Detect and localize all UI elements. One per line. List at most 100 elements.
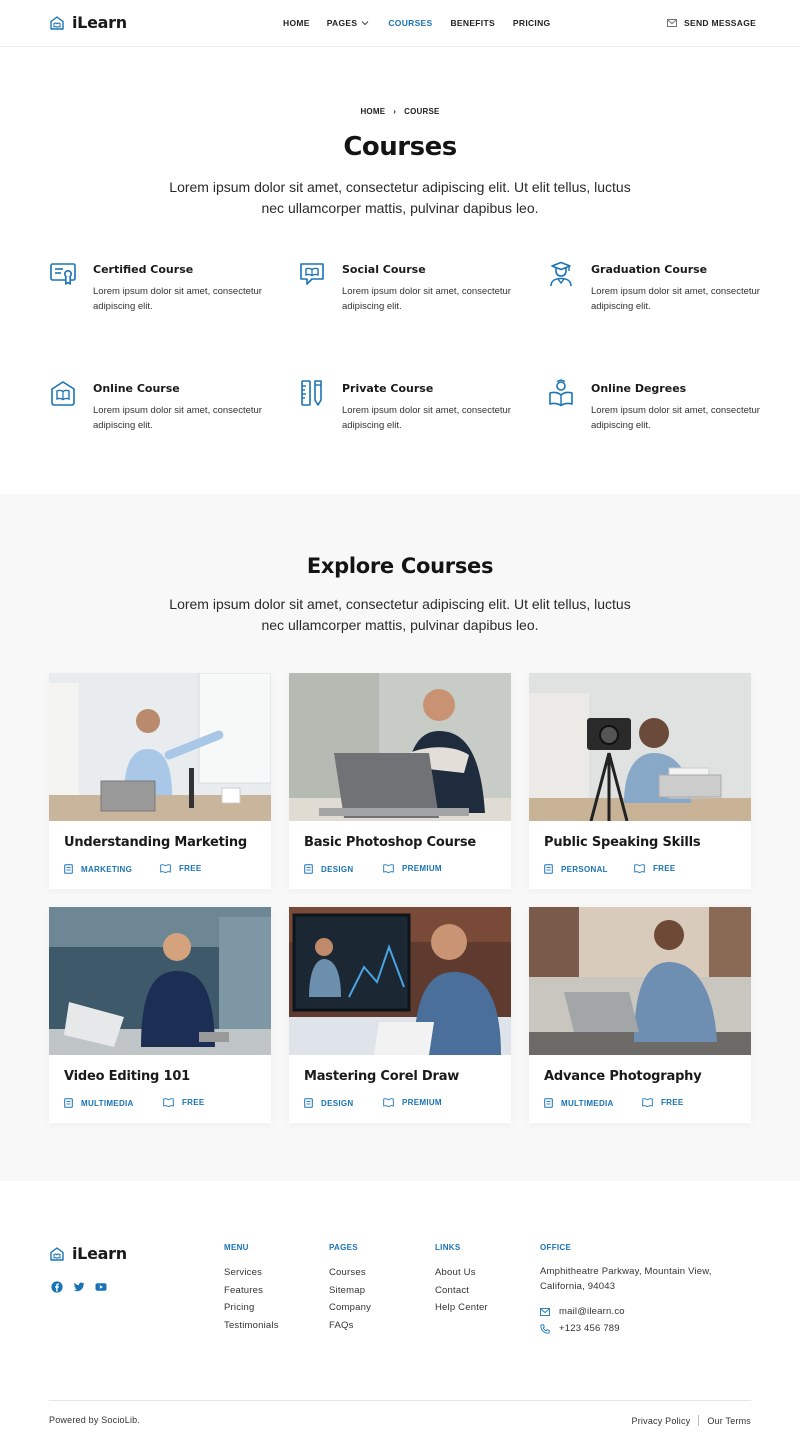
logo[interactable]: iLearn [49, 13, 127, 32]
footer-link-testimonials[interactable]: Testimonials [224, 1317, 279, 1335]
send-message-link[interactable]: SEND MESSAGE [667, 18, 756, 28]
price-label: FREE [661, 1098, 684, 1107]
course-thumbnail [49, 907, 271, 1055]
price-label: FREE [182, 1098, 205, 1107]
footer-link-courses[interactable]: Courses [329, 1264, 371, 1282]
footer-logo[interactable]: iLearn [49, 1244, 127, 1263]
course-title: Advance Photography [544, 1069, 702, 1084]
footer-link-sitemap[interactable]: Sitemap [329, 1282, 371, 1300]
nav-pricing[interactable]: PRICING [513, 18, 551, 28]
breadcrumb-home[interactable]: HOME [360, 107, 385, 116]
category-label: MULTIMEDIA [561, 1098, 614, 1108]
book-icon [642, 1098, 653, 1107]
feature-desc: Lorem ipsum dolor sit amet, consectetur … [342, 405, 511, 431]
footer-link-pricing[interactable]: Pricing [224, 1299, 279, 1317]
social-links [51, 1281, 107, 1293]
phone-icon [540, 1323, 550, 1334]
nav-pages-label: PAGES [326, 18, 358, 28]
chevron-down-icon [361, 21, 369, 26]
office-phone[interactable]: +123 456 789 [540, 1323, 740, 1334]
price-tag: FREE [642, 1098, 684, 1107]
price-tag: FREE [160, 864, 202, 873]
ruler-pencil-icon [301, 380, 322, 406]
terms-link[interactable]: Our Terms [707, 1416, 751, 1426]
course-card[interactable]: Video Editing 101 MULTIMEDIA FREE [49, 907, 271, 1123]
book-icon [163, 1098, 174, 1107]
price-tag: FREE [163, 1098, 205, 1107]
course-title: Understanding Marketing [64, 835, 248, 850]
course-card[interactable]: Mastering Corel Draw DESIGN PREMIUM [289, 907, 511, 1123]
logo-icon [50, 15, 64, 30]
price-label: FREE [179, 864, 202, 873]
footer-divider [49, 1400, 751, 1401]
explore-subtitle: Lorem ipsum dolor sit amet, consectetur … [169, 596, 631, 633]
book-icon [160, 864, 171, 873]
price-label: PREMIUM [402, 864, 442, 873]
document-icon [544, 1098, 553, 1108]
course-thumbnail [289, 907, 511, 1055]
category-tag: DESIGN [304, 1098, 353, 1108]
feature-title: Social Course [342, 263, 426, 276]
nav-benefits[interactable]: BENEFITS [450, 18, 494, 28]
nav-courses[interactable]: COURSES [388, 18, 432, 28]
graduate-icon [550, 261, 572, 287]
envelope-icon [540, 1307, 550, 1316]
book-icon [383, 864, 394, 873]
logo-icon [50, 1246, 64, 1261]
footer-link-faqs[interactable]: FAQs [329, 1317, 371, 1335]
category-tag: MULTIMEDIA [64, 1098, 134, 1108]
document-icon [544, 864, 553, 874]
powered-by: Powered by SocioLib. [49, 1415, 141, 1425]
course-card[interactable]: Advance Photography MULTIMEDIA FREE [529, 907, 751, 1123]
footer-link-company[interactable]: Company [329, 1299, 371, 1317]
category-tag: MULTIMEDIA [544, 1098, 614, 1108]
send-message-label: SEND MESSAGE [684, 18, 757, 28]
nav-pages[interactable]: PAGES [327, 18, 370, 28]
category-label: MULTIMEDIA [81, 1098, 134, 1108]
office-phone-text: +123 456 789 [559, 1323, 620, 1334]
footer-menu-column: MENU Services Features Pricing Testimoni… [224, 1243, 279, 1334]
footer-pages-column: PAGES Courses Sitemap Company FAQs [329, 1243, 371, 1334]
feature-desc: Lorem ipsum dolor sit amet, consectetur … [93, 405, 262, 431]
feature-desc: Lorem ipsum dolor sit amet, consectetur … [93, 286, 262, 312]
footer-link-features[interactable]: Features [224, 1282, 279, 1300]
breadcrumb: HOME › COURSE [0, 107, 800, 116]
course-card[interactable]: Understanding Marketing MARKETING FREE [49, 673, 271, 889]
envelope-icon [667, 19, 677, 27]
reader-icon [549, 379, 573, 407]
footer-office-column: OFFICE Amphitheatre Parkway, Mountain Vi… [540, 1243, 740, 1334]
category-label: DESIGN [321, 1098, 354, 1108]
category-tag: PERSONAL [544, 864, 608, 874]
footer-pages-title: PAGES [329, 1243, 358, 1252]
price-label: FREE [653, 864, 676, 873]
footer-links-title: LINKS [435, 1243, 461, 1252]
office-email[interactable]: mail@ilearn.co [540, 1306, 740, 1317]
feature-desc: Lorem ipsum dolor sit amet, consectetur … [342, 286, 511, 312]
footer-link-help[interactable]: Help Center [435, 1299, 488, 1317]
facebook-icon[interactable] [51, 1281, 63, 1293]
footer-link-services[interactable]: Services [224, 1264, 279, 1282]
legal-separator [698, 1415, 700, 1426]
document-icon [64, 1098, 73, 1108]
hero-subtitle: Lorem ipsum dolor sit amet, consectetur … [169, 179, 631, 216]
course-thumbnail [529, 907, 751, 1055]
nav-home[interactable]: HOME [283, 18, 310, 28]
footer-link-about[interactable]: About Us [435, 1264, 488, 1282]
explore-title: Explore Courses [306, 554, 494, 578]
feature-title: Online Course [93, 382, 180, 395]
chat-book-icon [300, 263, 324, 285]
twitter-icon[interactable] [73, 1281, 85, 1293]
footer-menu-title: MENU [224, 1243, 249, 1252]
footer-link-contact[interactable]: Contact [435, 1282, 488, 1300]
course-card[interactable]: Public Speaking Skills PERSONAL FREE [529, 673, 751, 889]
category-tag: MARKETING [64, 864, 132, 874]
course-card[interactable]: Basic Photoshop Course DESIGN PREMIUM [289, 673, 511, 889]
category-label: DESIGN [321, 864, 354, 874]
privacy-policy-link[interactable]: Privacy Policy [632, 1416, 691, 1426]
youtube-icon[interactable] [95, 1281, 107, 1293]
page-title: Courses [343, 132, 457, 162]
course-thumbnail [529, 673, 751, 821]
certificate-icon [50, 263, 76, 285]
price-tag: PREMIUM [383, 864, 442, 873]
feature-desc: Lorem ipsum dolor sit amet, consectetur … [591, 405, 760, 431]
